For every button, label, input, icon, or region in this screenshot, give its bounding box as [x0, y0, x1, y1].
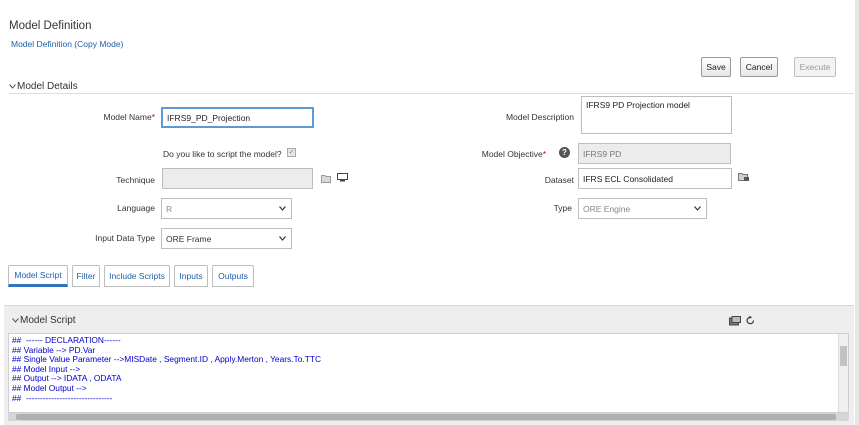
save-button[interactable]: Save	[701, 57, 731, 77]
chevron-down-icon	[279, 204, 291, 213]
reset-icon[interactable]	[745, 315, 756, 328]
chevron-down-icon	[694, 204, 706, 213]
folder-grid-icon[interactable]	[738, 172, 750, 184]
chevron-down-icon	[279, 234, 291, 243]
script-model-question: Do you like to script the model?	[163, 149, 282, 159]
code-line: ## Single Value Parameter -->MISDate , S…	[12, 354, 322, 365]
chevron-down-icon[interactable]	[9, 82, 17, 91]
model-objective-label: Model Objective*	[481, 149, 546, 159]
page-scrollbar[interactable]	[855, 0, 859, 425]
horizontal-scrollbar[interactable]	[8, 413, 849, 421]
model-name-input[interactable]: IFRS9_PD_Projection	[161, 107, 314, 128]
breadcrumb[interactable]: Model Definition (Copy Mode)	[11, 39, 123, 49]
model-script-title: Model Script	[20, 315, 76, 326]
tab-filter[interactable]: Filter	[72, 265, 100, 287]
model-name-label: Model Name*	[103, 112, 156, 122]
model-objective-input[interactable]: IFRS9 PD	[578, 143, 731, 164]
scrollbar-thumb[interactable]	[840, 346, 847, 366]
model-script-panel: Model Script ## ------ DECLARATION------…	[4, 305, 854, 425]
folder-icon[interactable]	[321, 174, 331, 185]
model-details-header[interactable]: Model Details	[9, 79, 854, 94]
code-line: ## Model Input -->	[12, 363, 81, 374]
model-details-title: Model Details	[17, 80, 78, 92]
script-model-checkbox[interactable]: ✓	[287, 148, 296, 157]
help-icon[interactable]: ?	[559, 147, 570, 158]
scrollbar-thumb[interactable]	[16, 414, 836, 420]
type-select[interactable]: ORE Engine	[578, 198, 707, 219]
model-description-label: Model Description	[505, 112, 574, 122]
dataset-label: Dataset	[544, 175, 574, 185]
code-line: ## ------ DECLARATION------	[12, 335, 121, 345]
screen-icon[interactable]	[729, 316, 741, 328]
technique-input[interactable]	[162, 168, 313, 189]
technique-label: Technique	[116, 175, 155, 185]
model-script-header[interactable]: Model Script	[12, 315, 76, 326]
code-line: ## Model Output -->	[12, 382, 87, 393]
chevron-down-icon[interactable]	[12, 316, 20, 325]
input-data-type-label: Input Data Type	[95, 233, 155, 243]
page-title: Model Definition	[9, 20, 92, 32]
tab-outputs[interactable]: Outputs	[212, 265, 254, 287]
cancel-button[interactable]: Cancel	[740, 57, 778, 77]
type-label: Type	[553, 203, 572, 213]
tab-inputs[interactable]: Inputs	[174, 265, 208, 287]
model-script-editor[interactable]: ## ------ DECLARATION------ ## Variable …	[8, 333, 849, 413]
monitor-icon[interactable]	[337, 173, 348, 184]
vertical-scrollbar[interactable]	[838, 334, 848, 412]
input-data-type-select[interactable]: ORE Frame	[161, 228, 292, 249]
execute-button[interactable]: Execute	[794, 57, 836, 77]
tab-model-script[interactable]: Model Script	[8, 265, 68, 287]
code-line: ## -------------------------------	[12, 392, 113, 403]
dataset-input[interactable]: IFRS ECL Consolidated	[578, 168, 732, 189]
language-label: Language	[117, 203, 155, 213]
model-description-textarea[interactable]: IFRS9 PD Projection model	[581, 96, 732, 134]
code-line: ## Output --> IDATA , ODATA	[12, 373, 122, 384]
language-select[interactable]: R	[161, 198, 292, 219]
tab-include-scripts[interactable]: Include Scripts	[104, 265, 170, 287]
